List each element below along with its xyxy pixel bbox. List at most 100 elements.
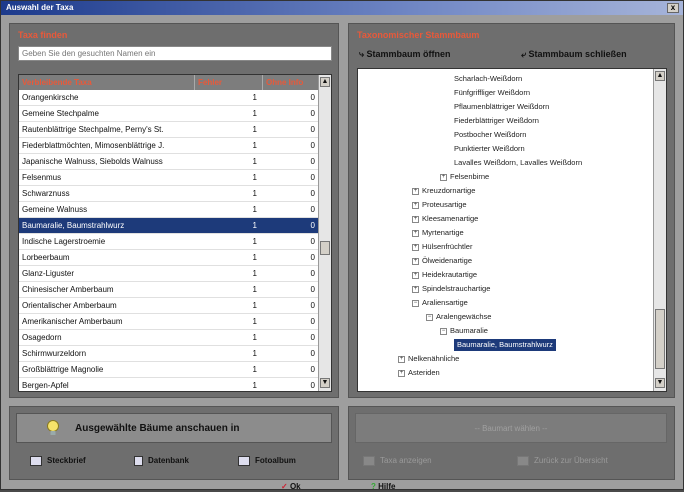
table-row[interactable]: Bergen-Apfel 1 0 [19,378,319,391]
collapse-icon[interactable]: − [412,299,419,307]
close-tree-button[interactable]: ⤶ Stammbaum schließen [521,46,627,62]
expand-icon[interactable]: + [412,201,419,209]
tree-node[interactable]: + Asteriden [398,367,440,379]
table-row[interactable]: Indische Lagerstroemie 1 0 [19,234,319,250]
tree-node[interactable]: + Spindelstrauchartige [412,283,490,295]
error-count: 1 [252,269,257,278]
expand-icon[interactable]: + [412,271,419,279]
expand-icon[interactable]: + [412,285,419,293]
scroll-thumb[interactable] [655,309,665,369]
col-errors[interactable]: Fehler [195,75,263,90]
tree-node-label: Asteriden [408,368,440,377]
expand-icon[interactable]: + [398,355,405,363]
taxon-name: Japanische Walnuss, Siebolds Walnuss [22,157,163,166]
table-row[interactable]: Fiederblattmöchten, Mimosenblättrige J. 1… [19,138,319,154]
tree-node[interactable]: Postbocher Weißdorn [454,129,526,141]
help-button[interactable]: ? Hilfe [371,482,395,492]
tree-node[interactable]: − Aralengewächse [426,311,491,323]
show-taxa-button[interactable]: Taxa anzeigen [363,453,432,469]
tree-node[interactable]: Baumaralie, Baumstrahlwurz [454,339,556,351]
tree-node[interactable]: + Myrtenartige [412,227,464,239]
scroll-up-icon[interactable]: ▲ [655,71,665,81]
tree-node[interactable]: + Heidekrautartige [412,269,477,281]
no-info-count: 0 [310,205,315,214]
tree-node[interactable]: Punktierter Weißdorn [454,143,525,155]
taxon-name: Chinesischer Amberbaum [22,285,114,294]
expand-icon[interactable]: + [398,369,405,377]
tree-node[interactable]: Pflaumenblättriger Weißdorn [454,101,549,113]
tree-node[interactable]: − Baumaralie [440,325,488,337]
tree-node-label: Kreuzdornartige [422,186,476,195]
error-count: 1 [252,365,257,374]
tree-open-icon: ⤷ [359,49,367,59]
table-row[interactable]: Rautenblättrige Stechpalme, Perny's St. 1… [19,122,319,138]
table-row[interactable]: Osagedorn 1 0 [19,330,319,346]
table-row[interactable]: Baumaralie, Baumstrahlwurz 1 0 [19,218,319,234]
scroll-down-icon[interactable]: ▼ [320,378,330,388]
tree-node-label: Myrtenartige [422,228,464,237]
tree-node[interactable]: + Hülsenfrüchtler [412,241,472,253]
tree-node[interactable]: + Ölweidenartige [412,255,472,267]
col-no-info[interactable]: Ohne Info [263,75,319,90]
tree-node[interactable]: Lavalles Weißdorn, Lavalles Weißdorn [454,157,582,169]
error-count: 1 [252,285,257,294]
no-info-count: 0 [310,253,315,262]
tree-node-label: Aralengewächse [436,312,492,321]
scroll-down-icon[interactable]: ▼ [655,378,665,388]
ok-button[interactable]: ✓ Ok [281,482,301,492]
close-icon[interactable]: x [667,3,679,13]
table-row[interactable]: Felsenmus 1 0 [19,170,319,186]
scroll-up-icon[interactable]: ▲ [320,77,330,87]
no-info-count: 0 [310,285,315,294]
expand-icon[interactable]: + [412,187,419,195]
tree-node[interactable]: − Araliensartige [412,297,468,309]
view-selected-trees-button[interactable]: Ausgewählte Bäume anschauen in [16,413,332,443]
tree-icon [363,455,375,466]
tree-node[interactable]: + Nelkenähnliche [398,353,459,365]
expand-icon[interactable]: + [412,243,419,251]
source-fotoalbum-button[interactable]: Fotoalbum [238,453,296,469]
table-row[interactable]: Gemeine Stechpalme 1 0 [19,106,319,122]
table-row[interactable]: Lorbeerbaum 1 0 [19,250,319,266]
table-row[interactable]: Amerikanischer Amberbaum 1 0 [19,314,319,330]
choose-species-button[interactable]: -- Baumart wählen -- [355,413,667,443]
tree-node-label: Nelkenähnliche [408,354,460,363]
table-row[interactable]: Chinesischer Amberbaum 1 0 [19,282,319,298]
taxon-name: Großblättrige Magnolie [22,365,104,374]
scroll-thumb[interactable] [320,241,330,255]
source-steckbrief-button[interactable]: Steckbrief [30,453,86,469]
source-datenbank-button[interactable]: Datenbank [134,453,189,469]
expand-icon[interactable]: + [412,215,419,223]
taxon-name: Orangenkirsche [22,93,79,102]
table-row[interactable]: Orangenkirsche 1 0 [19,90,319,106]
table-row[interactable]: Gemeine Walnuss 1 0 [19,202,319,218]
table-row[interactable]: Glanz-Liguster 1 0 [19,266,319,282]
expand-icon[interactable]: + [412,257,419,265]
tree-node[interactable]: + Kreuzdornartige [412,185,475,197]
no-info-count: 0 [310,157,315,166]
tree-node[interactable]: Scharlach-Weißdorn [454,73,522,85]
table-row[interactable]: Großblättrige Magnolie 1 0 [19,362,319,378]
table-row[interactable]: Japanische Walnuss, Siebolds Walnuss 1 0 [19,154,319,170]
table-row[interactable]: Schwarznuss 1 0 [19,186,319,202]
back-to-overview-button[interactable]: Zurück zur Übersicht [517,453,608,469]
expand-icon[interactable]: + [412,229,419,237]
table-row[interactable]: Orientalischer Amberbaum 1 0 [19,298,319,314]
taxa-table: Verbleibende Taxa Fehler Ohne Info Orang… [18,74,332,392]
open-tree-button[interactable]: ⤷ Stammbaum öffnen [359,46,451,62]
table-scrollbar[interactable]: ▲ ▼ [318,75,331,391]
col-remaining-taxa[interactable]: Verbleibende Taxa [19,75,195,90]
tree-scrollbar[interactable]: ▲ ▼ [653,69,666,391]
collapse-icon[interactable]: − [440,327,447,335]
collapse-icon[interactable]: − [426,313,433,321]
expand-icon[interactable]: + [440,173,447,181]
tree-node[interactable]: + Proteusartige [412,199,467,211]
tree-node[interactable]: Fiederblättriger Weißdorn [454,115,539,127]
tree-node[interactable]: + Kleesamenartige [412,213,478,225]
tree-node[interactable]: Fünfgriffliger Weißdorn [454,87,530,99]
tree-node[interactable]: + Felsenbirne [440,171,489,183]
taxon-name: Bergen-Apfel [22,381,69,390]
table-row[interactable]: Schirmwurzeldorn 1 0 [19,346,319,362]
no-info-count: 0 [310,125,315,134]
taxa-search-input[interactable] [18,46,332,61]
